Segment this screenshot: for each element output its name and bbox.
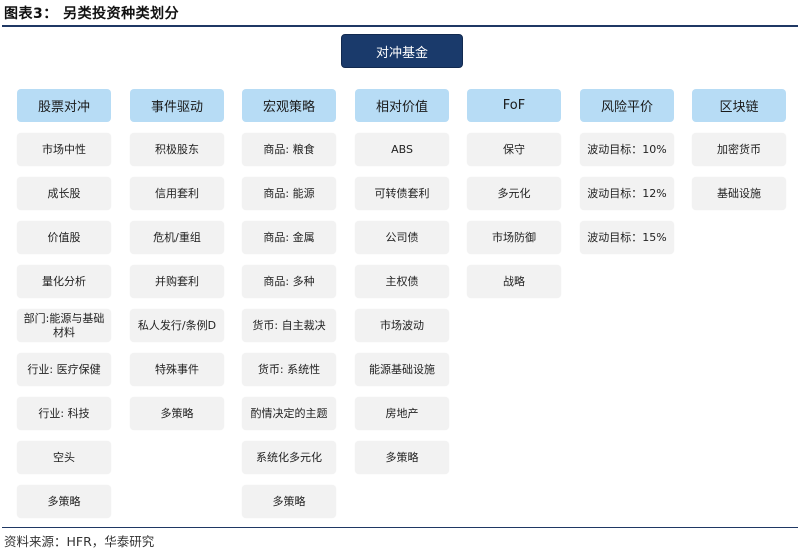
- category-column: 股票对冲市场中性成长股价值股量化分析部门:能源与基础材料 行业: 医疗保健 行业: …: [17, 89, 111, 518]
- root-node-hedge-fund: 对冲基金: [341, 34, 463, 68]
- strategy-item: 主权债: [355, 265, 449, 298]
- category-header: 事件驱动: [130, 89, 224, 122]
- strategy-item: 公司债: [355, 221, 449, 254]
- strategy-item: 成长股: [17, 177, 111, 210]
- source-note: 资料来源：HFR，华泰研究: [4, 534, 155, 549]
- strategy-item: 多策略: [130, 397, 224, 430]
- strategy-item: ABS: [355, 133, 449, 166]
- strategy-item: 市场中性: [17, 133, 111, 166]
- strategy-item: 空头: [17, 441, 111, 474]
- strategy-item: 危机/重组: [130, 221, 224, 254]
- strategy-item: 货币: 系统性: [242, 353, 336, 386]
- strategy-item: 价值股: [17, 221, 111, 254]
- strategy-item: 加密货币: [692, 133, 786, 166]
- strategy-item: 商品: 金属: [242, 221, 336, 254]
- strategy-item: 货币: 自主裁决: [242, 309, 336, 342]
- strategy-item: 基础设施: [692, 177, 786, 210]
- top-divider: [2, 25, 798, 27]
- category-column: 事件驱动积极股东信用套利危机/重组并购套利私人发行/条例D 特殊事件多策略: [130, 89, 224, 430]
- category-header: 相对价值: [355, 89, 449, 122]
- category-item-list: ABS 可转债套利公司债主权债市场波动能源基础设施 房地产多策略: [355, 133, 449, 474]
- strategy-item: 部门:能源与基础材料: [17, 309, 111, 342]
- category-item-list: 商品: 粮食 商品: 能源 商品: 金属 商品: 多种 货币: 自主裁决 货币: 系统性酌…: [242, 133, 336, 518]
- strategy-item: 多元化: [467, 177, 561, 210]
- category-column: 区块链加密货币基础设施: [692, 89, 786, 210]
- strategy-item: 波动目标：10%: [580, 133, 674, 166]
- strategy-item: 多策略: [242, 485, 336, 518]
- strategy-item: 商品: 粮食: [242, 133, 336, 166]
- strategy-item: 波动目标：15%: [580, 221, 674, 254]
- strategy-item: 波动目标：12%: [580, 177, 674, 210]
- strategy-item: 战略: [467, 265, 561, 298]
- strategy-item: 并购套利: [130, 265, 224, 298]
- strategy-item: 行业: 医疗保健: [17, 353, 111, 386]
- category-item-list: 加密货币 基础设施: [692, 133, 786, 210]
- strategy-item: 量化分析: [17, 265, 111, 298]
- category-item-list: 保守多元化市场防御战略: [467, 133, 561, 298]
- strategy-item: 特殊事件: [130, 353, 224, 386]
- figure-title: 图表3： 另类投资种类划分: [4, 6, 180, 22]
- strategy-item: 能源基础设施: [355, 353, 449, 386]
- category-column: 风险平价波动目标：10% 波动目标：12% 波动目标：15%: [580, 89, 674, 254]
- strategy-item: 酌情决定的主题: [242, 397, 336, 430]
- strategy-item: 可转债套利: [355, 177, 449, 210]
- strategy-item: 商品: 能源: [242, 177, 336, 210]
- category-header: 股票对冲: [17, 89, 111, 122]
- category-column: 宏观策略商品: 粮食 商品: 能源 商品: 金属 商品: 多种 货币: 自主裁决 货币: …: [242, 89, 336, 518]
- strategy-item: 市场波动: [355, 309, 449, 342]
- bottom-divider: [2, 527, 798, 528]
- category-header: 宏观策略: [242, 89, 336, 122]
- strategy-item: 市场防御: [467, 221, 561, 254]
- strategy-item: 私人发行/条例D: [130, 309, 224, 342]
- category-header: 区块链: [692, 89, 786, 122]
- category-header: FoF: [467, 89, 561, 122]
- strategy-item: 房地产: [355, 397, 449, 430]
- strategy-item: 商品: 多种: [242, 265, 336, 298]
- category-item-list: 波动目标：10% 波动目标：12% 波动目标：15%: [580, 133, 674, 254]
- strategy-item: 保守: [467, 133, 561, 166]
- category-header: 风险平价: [580, 89, 674, 122]
- strategy-item: 信用套利: [130, 177, 224, 210]
- category-item-list: 市场中性成长股价值股量化分析部门:能源与基础材料 行业: 医疗保健 行业: 科技 空头…: [17, 133, 111, 518]
- strategy-item: 系统化多元化: [242, 441, 336, 474]
- strategy-item: 行业: 科技: [17, 397, 111, 430]
- category-item-list: 积极股东信用套利危机/重组并购套利私人发行/条例D 特殊事件多策略: [130, 133, 224, 430]
- strategy-item: 多策略: [17, 485, 111, 518]
- category-column: 相对价值 ABS 可转债套利公司债主权债市场波动能源基础设施 房地产多策略: [355, 89, 449, 474]
- strategy-item: 积极股东: [130, 133, 224, 166]
- strategy-item: 多策略: [355, 441, 449, 474]
- category-column: FoF 保守多元化市场防御战略: [467, 89, 561, 298]
